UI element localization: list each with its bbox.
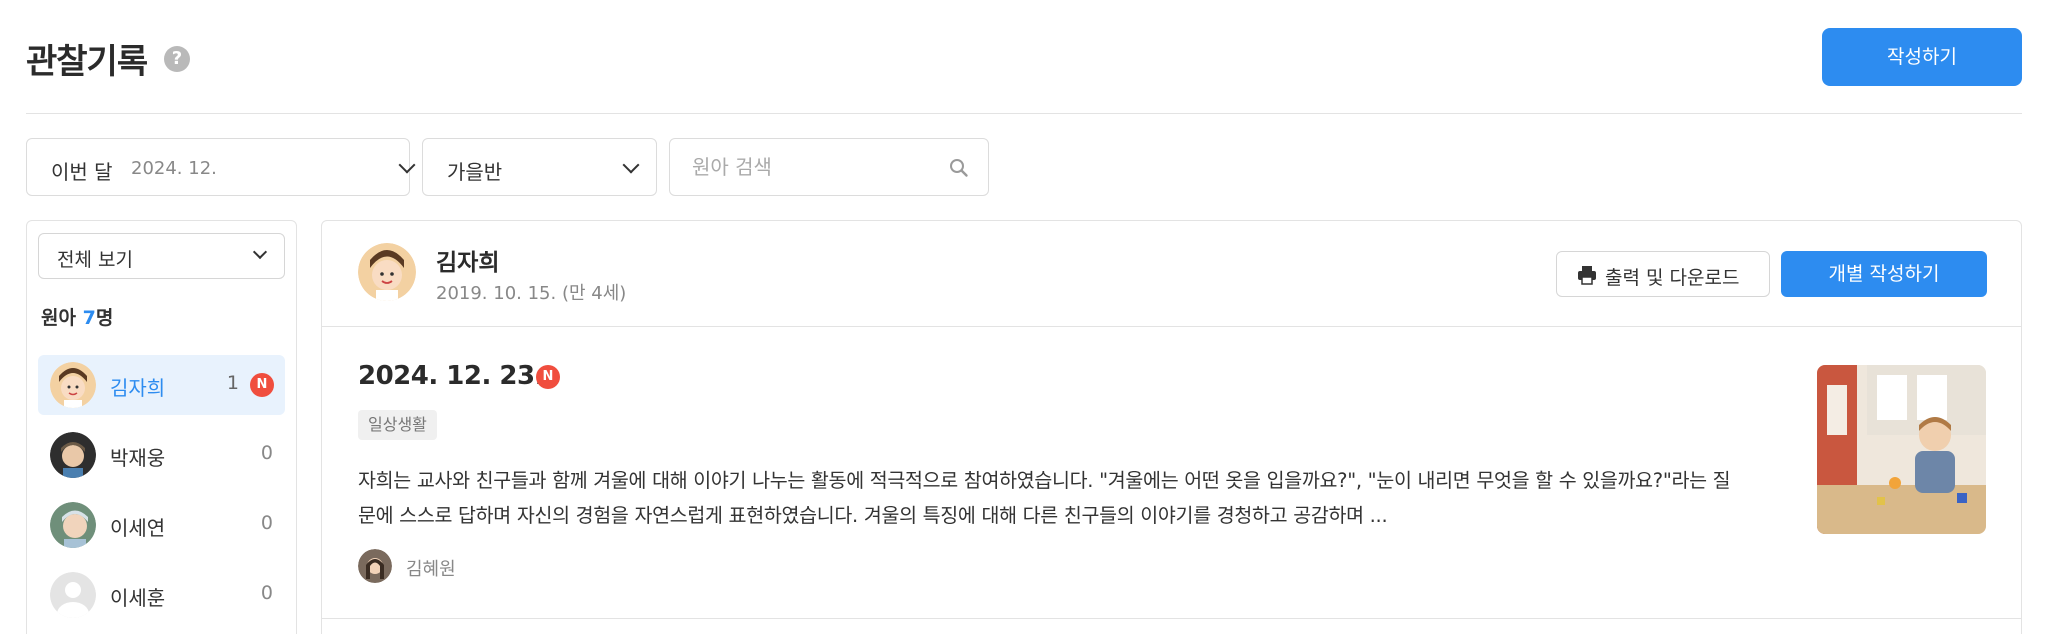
child-name: 김자희 [110,376,166,400]
record-item[interactable]: 2024. 12. 23. N 일상생활 자희는 교사와 친구들과 함께 겨울에… [322,327,2021,619]
record-count: 0 [260,512,273,534]
chevron-down-icon [398,156,416,174]
avatar [50,432,96,478]
child-item-lee-sehoon[interactable]: 이세훈 0 [38,565,285,625]
search-box[interactable] [669,138,989,196]
page-header: 관찰기록 ? 작성하기 [26,0,2022,114]
class-filter-value: 가을반 [447,160,503,184]
child-item-lee-seyeon[interactable]: 이세연 0 [38,495,285,555]
new-badge-icon: N [536,365,560,389]
child-count: 원아 7명 [41,303,113,330]
child-name: 이세연 [110,516,166,540]
child-item-park-jaewoong[interactable]: 박재웅 0 [38,425,285,485]
child-name: 이세훈 [110,586,166,610]
record-category-tag: 일상생활 [358,410,437,440]
month-filter-value: 2024. 12. [131,158,217,179]
profile-header: 김자희 2019. 10. 15. (만 4세) 출력 및 다운로드 개별 작성… [322,221,2021,327]
default-avatar-icon [50,572,96,618]
child-count-number: 7 [82,307,96,329]
avatar [358,243,416,301]
individual-write-button[interactable]: 개별 작성하기 [1781,251,1987,297]
avatar [50,502,96,548]
record-date: 2024. 12. 23. [358,361,544,391]
record-count: 0 [260,442,273,464]
page-title: 관찰기록 [26,42,148,82]
chevron-down-icon [622,156,640,174]
profile-name: 김자희 [436,250,500,276]
month-filter-label: 이번 달 [51,160,113,184]
author-avatar [358,549,392,583]
search-input[interactable] [692,153,932,181]
record-photo[interactable] [1817,365,1986,534]
record-text: 자희는 교사와 친구들과 함께 겨울에 대해 이야기 나누는 활동에 적극적으로… [358,469,1731,527]
profile-birthdate: 2019. 10. 15. (만 4세) [436,283,627,304]
print-download-button[interactable]: 출력 및 다운로드 [1556,251,1770,297]
month-filter-select[interactable]: 이번 달 2024. 12. [26,138,416,196]
search-icon[interactable] [948,157,970,179]
chevron-down-icon [252,244,268,260]
record-count: 0 [260,582,273,604]
author-name: 김혜원 [406,559,456,580]
view-select-label: 전체 보기 [57,249,133,271]
child-sidebar: 전체 보기 원아 7명 김자희 1 N 박재웅 0 이세연 0 이세훈 0 [26,220,297,634]
avatar [50,362,96,408]
child-count-unit: 명 [95,307,114,329]
print-download-label: 출력 및 다운로드 [1605,267,1740,289]
print-icon [1578,266,1596,285]
child-name: 박재웅 [110,446,166,470]
child-item-kim-jahee[interactable]: 김자희 1 N [38,355,285,415]
class-filter-select[interactable]: 가을반 [422,138,657,196]
write-button[interactable]: 작성하기 [1822,28,2022,86]
child-count-label: 원아 [41,307,76,329]
help-icon[interactable]: ? [164,46,190,72]
new-badge-icon: N [250,373,274,397]
record-count: 1 [226,372,239,394]
view-select[interactable]: 전체 보기 [38,233,285,279]
record-panel: 김자희 2019. 10. 15. (만 4세) 출력 및 다운로드 개별 작성… [321,220,2022,634]
